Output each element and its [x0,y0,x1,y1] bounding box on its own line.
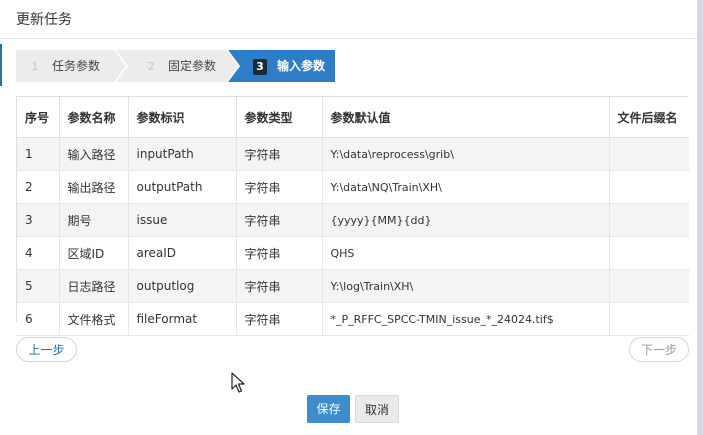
table-row[interactable]: 6 文件格式 fileFormat 字符串 *_P_RFFC_SPCC-TMIN… [17,302,689,336]
cell-param-name: 文件格式 [59,302,129,336]
cell-file-suffix[interactable] [609,170,689,204]
cell-param-type: 字符串 [236,236,323,270]
cell-param-id: outputlog [128,269,237,303]
col-header-default-value[interactable]: 参数默认值 [322,97,610,138]
table-header-row: 序号 参数名称 参数标识 参数类型 参数默认值 文件后缀名 [17,97,689,138]
cell-param-id: outputPath [128,170,237,204]
cell-index: 1 [17,137,60,171]
table-row[interactable]: 1 输入路径 inputPath 字符串 Y:\data\reprocess\g… [17,137,689,171]
cell-default-value[interactable]: *_P_RFFC_SPCC-TMIN_issue_*_24024.tif$ [322,302,610,336]
cell-param-type: 字符串 [236,269,323,303]
cell-index: 3 [17,203,60,237]
step-fixed-params[interactable]: 2 固定参数 [116,50,240,82]
mouse-cursor-icon [231,372,245,393]
cell-file-suffix[interactable] [609,269,689,303]
save-button[interactable]: 保存 [307,395,350,423]
cancel-button[interactable]: 取消 [355,395,399,423]
dialog-header: 更新任务 [0,0,697,39]
step-3-label: 输入参数 [277,59,326,73]
cell-index: 5 [17,269,60,303]
step-1-number: 1 [31,60,39,73]
cell-param-type: 字符串 [236,137,323,171]
cell-file-suffix[interactable] [609,236,689,270]
cell-default-value[interactable]: QHS [322,236,610,270]
step-2-label: 固定参数 [168,59,217,73]
cell-default-value[interactable]: Y:\log\Train\XH\ [322,269,610,303]
dialog-title: 更新任务 [16,12,72,28]
cell-param-name: 日志路径 [59,269,129,303]
col-header-index[interactable]: 序号 [17,97,60,138]
cell-file-suffix[interactable] [609,302,689,336]
next-step-button[interactable]: 下一步 [629,337,689,362]
step-2-number: 2 [147,60,155,73]
cell-param-name: 区域ID [59,236,129,270]
update-task-dialog: 更新任务 1 任务参数 2 固定参数 3 输入参数 序号 参数名称 参数标识 参数类型 [0,0,697,435]
table-row[interactable]: 4 区域ID areaID 字符串 QHS [17,236,689,270]
col-header-file-suffix[interactable]: 文件后缀名 [609,97,689,138]
step-input-params[interactable]: 3 输入参数 [228,50,335,82]
cell-param-id: issue [128,203,237,237]
step-1-label: 任务参数 [52,59,101,73]
table-row[interactable]: 5 日志路径 outputlog 字符串 Y:\log\Train\XH\ [17,269,689,303]
left-accent-marker [0,44,2,86]
col-header-param-id[interactable]: 参数标识 [128,97,237,138]
table-row[interactable]: 3 期号 issue 字符串 {yyyy}{MM}{dd} [17,203,689,237]
col-header-param-name[interactable]: 参数名称 [59,97,129,138]
cell-index: 6 [17,302,60,336]
cell-param-name: 期号 [59,203,129,237]
cell-default-value[interactable]: {yyyy}{MM}{dd} [322,203,610,237]
step-task-params[interactable]: 1 任务参数 [16,50,128,82]
params-table: 序号 参数名称 参数标识 参数类型 参数默认值 文件后缀名 1 输入路径 inp… [16,96,689,336]
cell-index: 4 [17,236,60,270]
cell-param-name: 输入路径 [59,137,129,171]
cell-index: 2 [17,170,60,204]
prev-step-button[interactable]: 上一步 [16,337,77,362]
cell-default-value[interactable]: Y:\data\NQ\Train\XH\ [322,170,610,204]
cell-param-type: 字符串 [236,203,323,237]
background-edge [697,0,703,435]
cell-file-suffix[interactable] [609,137,689,171]
cell-file-suffix[interactable] [609,203,689,237]
cell-default-value[interactable]: Y:\data\reprocess\grib\ [322,137,610,171]
wizard-steps: 1 任务参数 2 固定参数 3 输入参数 [16,50,346,82]
cell-param-type: 字符串 [236,170,323,204]
cell-param-name: 输出路径 [59,170,129,204]
cell-param-type: 字符串 [236,302,323,336]
table-row[interactable]: 2 输出路径 outputPath 字符串 Y:\data\NQ\Train\X… [17,170,689,204]
cell-param-id: areaID [128,236,237,270]
cell-param-id: inputPath [128,137,237,171]
col-header-param-type[interactable]: 参数类型 [236,97,323,138]
cell-param-id: fileFormat [128,302,237,336]
step-3-number: 3 [253,59,267,75]
